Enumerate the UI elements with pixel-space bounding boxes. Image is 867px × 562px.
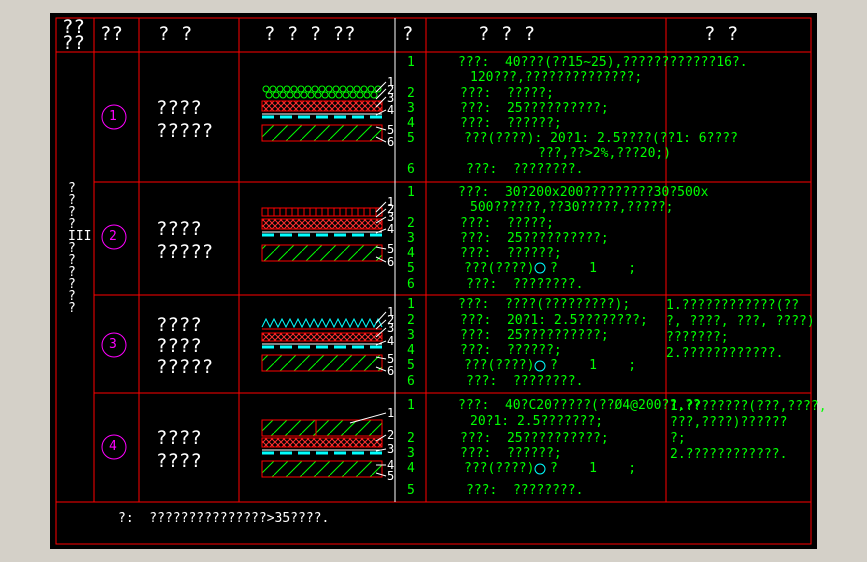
desc-line: ???: 40?C20?????(??Ø4@200??,??	[458, 398, 701, 413]
desc-line: ???: ????????.	[466, 374, 584, 389]
layer-index: 3	[407, 101, 415, 116]
layer-label: 4	[387, 334, 395, 348]
layer-index: 1	[407, 185, 415, 200]
desc-line: ???: ??????;	[460, 246, 562, 261]
layer-section-1	[261, 85, 383, 142]
layer-index: 3	[407, 328, 415, 343]
desc-line: ???(????)	[464, 461, 535, 476]
layer-label: 4	[387, 222, 395, 236]
layer-index: 2	[407, 216, 415, 231]
drawing-canvas: ?? ?? ?? ? ? ? ? ? ?? ? ? ? ? ? ? ? ? ? …	[50, 13, 827, 549]
header-col-remarks: ? ?	[704, 23, 739, 45]
layer-index: 6	[407, 162, 415, 177]
layer-index: 4	[407, 461, 415, 476]
layer-index: 4	[407, 246, 415, 261]
layer-index: 5	[407, 261, 415, 276]
desc-line: ???: ??????;	[460, 446, 562, 461]
desc-line: 500??????,??30?????,?????;	[470, 200, 674, 215]
desc-tail: ? 1 ;	[550, 461, 637, 476]
desc-line: 120???,??????????????;	[470, 70, 643, 85]
desc-line: ???: ?????;	[460, 86, 554, 101]
layer-index: 2	[407, 431, 415, 446]
layer-index: 5	[407, 358, 415, 373]
desc-line: ???: 25??????????;	[460, 431, 609, 446]
desc-tail: ? 1 ;	[550, 261, 637, 276]
row-name: ???? ????	[156, 427, 202, 472]
row-number: 3	[109, 337, 117, 352]
desc-line: ???: ??????;	[460, 116, 562, 131]
layer-section-2	[261, 207, 383, 262]
desc-line: ???,??>2%,???20;)	[538, 146, 672, 161]
desc-line: ???: 40???(??15~25),????????????16?.	[458, 55, 748, 70]
layer-index: 6	[407, 277, 415, 292]
desc-line: ???: ????(?????????);	[458, 297, 631, 312]
desc-line: ???: 20?1: 2.5????????;	[460, 313, 648, 328]
header-col-layer: ?	[402, 23, 414, 45]
desc-line: ???(????)	[464, 358, 535, 373]
desc-tail: ? 1 ;	[550, 358, 637, 373]
layer-label: 4	[387, 103, 395, 117]
desc-line: ???: ??????;	[460, 343, 562, 358]
desc-line: ???: ?????;	[460, 216, 554, 231]
layer-index: 2	[407, 86, 415, 101]
layer-index: 4	[407, 116, 415, 131]
row-number: 4	[109, 439, 117, 454]
header-col-number: ??	[100, 23, 123, 45]
desc-line: ???: 25??????????;	[460, 231, 609, 246]
layer-label: 5	[387, 242, 395, 256]
row-name: ???? ?????	[156, 218, 214, 263]
layer-index: 4	[407, 343, 415, 358]
layer-index: 5	[407, 131, 415, 146]
layer-label: 3	[387, 321, 395, 335]
row-number: 1	[109, 109, 117, 124]
header-col-description: ? ? ?	[478, 23, 536, 45]
layer-label: 6	[387, 364, 395, 378]
layer-index: 1	[407, 398, 415, 413]
header-col-name: ? ?	[158, 23, 193, 45]
layer-index: 1	[407, 297, 415, 312]
row-name: ???? ???? ?????	[156, 314, 214, 378]
desc-line: ???(????): 20?1: 2.5????(??1: 6????	[464, 131, 738, 146]
layer-index: 2	[407, 313, 415, 328]
row-name: ???? ?????	[156, 97, 214, 142]
desc-line: ???: 25??????????;	[460, 328, 609, 343]
header-col-index: ?? ??	[62, 16, 85, 54]
layer-label: 2	[387, 428, 395, 442]
category-label: ? ? ? ? III ? ? ? ? ? ?	[68, 181, 92, 316]
desc-line: ???: ????????.	[466, 483, 584, 498]
layer-label: 5	[387, 469, 395, 483]
layer-index: 1	[407, 55, 415, 70]
footnote: ?: ???????????????>35????.	[118, 511, 330, 526]
desc-line: ???: ????????.	[466, 277, 584, 292]
layer-index: 3	[407, 446, 415, 461]
layer-index: 5	[407, 483, 415, 498]
desc-line: ???(????)	[464, 261, 535, 276]
layer-label: 3	[387, 442, 395, 456]
layer-index: 3	[407, 231, 415, 246]
desc-line: ???: ????????.	[466, 162, 584, 177]
row-number: 2	[109, 229, 117, 244]
layer-label: 6	[387, 255, 395, 269]
remark-note: 1.????????????(?? ?, ????, ???, ????) ??…	[666, 298, 815, 361]
layer-section-4	[261, 419, 383, 478]
layer-section-3	[261, 317, 383, 372]
layer-label: 6	[387, 135, 395, 149]
desc-line: ???: 30?200x200?????????30?500x	[458, 185, 709, 200]
desc-line: 20?1: 2.5???????;	[470, 414, 604, 429]
desc-line: ???: 25??????????;	[460, 101, 609, 116]
remark-note: 1.????????(???,????, ???,????)?????? ?; …	[670, 399, 827, 462]
layer-label: 1	[387, 406, 395, 420]
header-col-section: ? ? ? ??	[264, 23, 356, 45]
layer-index: 6	[407, 374, 415, 389]
